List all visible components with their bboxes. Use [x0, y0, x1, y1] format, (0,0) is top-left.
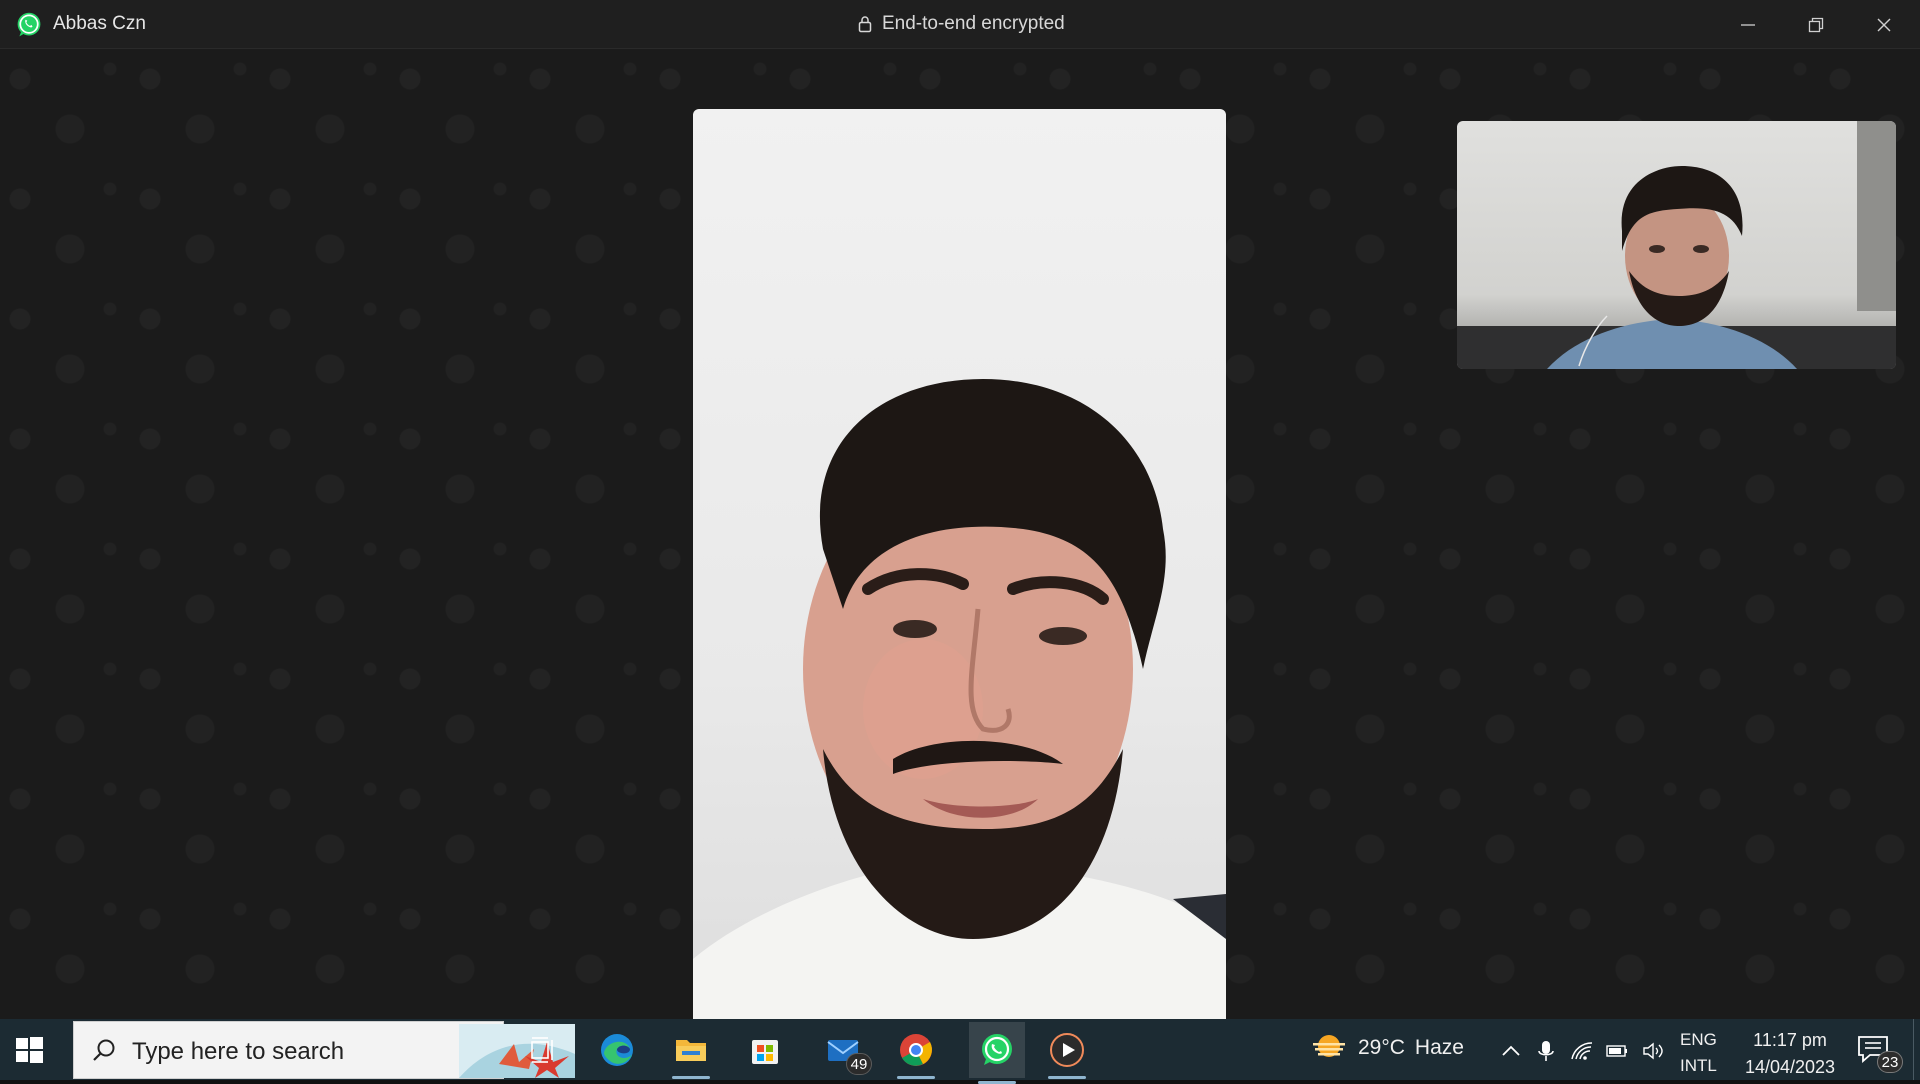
chevron-up-icon[interactable]	[1499, 1039, 1523, 1063]
restore-icon	[1808, 17, 1824, 32]
chrome-button[interactable]	[893, 1027, 939, 1079]
keyboard-layout: INTL	[1680, 1056, 1717, 1075]
mail-badge: 49	[846, 1053, 872, 1075]
whatsapp-icon	[17, 12, 41, 37]
taskbar: Type here to search 49 29°C Haze ENG INT…	[0, 1019, 1920, 1084]
remote-participant-figure	[693, 379, 1226, 1057]
battery-icon[interactable]	[1605, 1039, 1629, 1063]
whatsapp-button[interactable]	[969, 1022, 1025, 1084]
clock[interactable]: 11:17 pm 14/04/2023	[1735, 1027, 1845, 1081]
language-code: ENG	[1680, 1030, 1717, 1049]
running-indicator	[897, 1076, 935, 1079]
microsoft-store-button[interactable]	[742, 1027, 788, 1073]
title-bar: Abbas Czn End-to-end encrypted	[0, 0, 1920, 49]
edge-icon	[601, 1034, 633, 1066]
notification-badge: 23	[1877, 1051, 1903, 1073]
windows-start-icon[interactable]	[14, 1035, 44, 1065]
lock-icon	[858, 16, 872, 33]
haze-sun-icon	[1313, 1035, 1345, 1057]
encryption-status: End-to-end encrypted	[858, 13, 1065, 35]
running-indicator	[1048, 1076, 1086, 1079]
whatsapp-icon	[982, 1034, 1012, 1065]
minimize-button[interactable]	[1714, 0, 1782, 49]
restore-button[interactable]	[1782, 0, 1850, 49]
wifi-icon[interactable]	[1570, 1039, 1594, 1063]
language-indicator[interactable]: ENG INTL	[1680, 1027, 1717, 1079]
weather-condition: Haze	[1414, 1036, 1464, 1059]
running-indicator	[672, 1076, 710, 1079]
close-button[interactable]	[1850, 0, 1918, 49]
self-preview-figure	[1457, 121, 1896, 369]
task-view-button[interactable]	[520, 1027, 566, 1073]
minimize-icon	[1741, 23, 1755, 26]
speaker-icon[interactable]	[1641, 1039, 1665, 1063]
chrome-icon	[900, 1034, 932, 1066]
play-icon	[1050, 1033, 1084, 1067]
clock-time: 11:17 pm	[1753, 1030, 1827, 1050]
media-player-button[interactable]	[1044, 1027, 1090, 1079]
clock-date: 14/04/2023	[1744, 1057, 1836, 1077]
folder-icon	[676, 1040, 706, 1061]
contact-name: Abbas Czn	[53, 13, 146, 34]
whatsapp-call-window: Abbas Czn End-to-end encrypted Type here…	[0, 0, 1920, 1084]
store-icon	[752, 1040, 778, 1064]
weather-widget[interactable]: 29°C Haze	[1310, 1033, 1464, 1063]
file-explorer-button[interactable]	[668, 1027, 714, 1079]
close-icon	[1877, 18, 1891, 31]
task-view-icon	[531, 1037, 553, 1063]
weather-temp: 29°C	[1358, 1036, 1405, 1059]
self-preview-video[interactable]	[1457, 121, 1896, 369]
edge-button[interactable]	[594, 1027, 640, 1073]
search-placeholder: Type here to search	[132, 1038, 345, 1065]
search-icon	[93, 1039, 115, 1061]
mail-button[interactable]: 49	[820, 1027, 872, 1075]
encryption-label: End-to-end encrypted	[882, 13, 1065, 34]
remote-participant-video[interactable]	[693, 109, 1226, 1057]
search-box[interactable]: Type here to search	[73, 1021, 575, 1079]
microphone-icon[interactable]	[1534, 1039, 1558, 1063]
show-desktop-button[interactable]	[1913, 1019, 1920, 1080]
call-area	[0, 49, 1920, 1057]
